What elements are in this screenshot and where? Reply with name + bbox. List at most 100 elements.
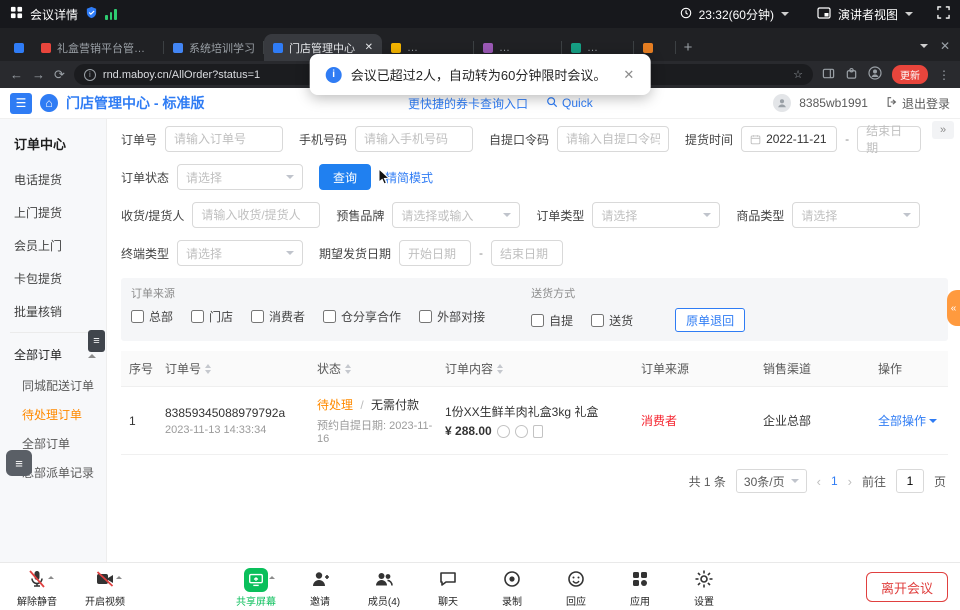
store-checkbox[interactable] (191, 310, 204, 323)
back-icon[interactable]: ← (10, 68, 23, 81)
bookmark-star-icon[interactable]: ☆ (793, 68, 803, 81)
sidebar-drag-handle[interactable]: ≡ (88, 330, 105, 352)
window-close-icon[interactable]: ✕ (940, 39, 950, 53)
menu-hamburger-button[interactable]: ☰ (10, 93, 32, 114)
reload-icon[interactable]: ⟳ (54, 68, 65, 81)
consumer-checkbox[interactable] (251, 310, 264, 323)
settings-label: 设置 (694, 593, 714, 608)
apps-button[interactable]: 应用 (613, 567, 667, 608)
invite-button[interactable]: 邀请 (293, 567, 347, 608)
search-row-1: 订单号 手机号码 自提口令码 提货时间 2022-11-21 - 结束日期 (121, 126, 948, 152)
reaction-button[interactable]: 回应 (549, 567, 603, 608)
sort-icon[interactable] (205, 364, 211, 374)
right-drawer-handle[interactable]: « (947, 290, 960, 326)
current-page-number[interactable]: 1 (831, 474, 838, 488)
extensions-icon[interactable] (845, 67, 858, 83)
view-mode-button[interactable]: 演讲者视图 (838, 6, 898, 23)
new-tab-button[interactable]: + (676, 35, 700, 59)
presale-brand-select[interactable]: 请选择或输入 (392, 202, 520, 228)
sidebar-item-door-pickup[interactable]: 上门提货 (0, 196, 106, 229)
settings-button[interactable]: 设置 (677, 567, 731, 608)
checkbox-consumer[interactable]: 消费者 (251, 308, 305, 325)
chevron-up-icon[interactable] (269, 573, 275, 579)
warehouse-share-checkbox[interactable] (323, 310, 336, 323)
meeting-detail-button[interactable]: 会议详情 (30, 6, 78, 23)
site-info-icon[interactable]: i (84, 69, 96, 81)
phone-input[interactable] (355, 126, 473, 152)
chat-button[interactable]: 聊天 (421, 567, 475, 608)
simple-mode-link[interactable]: 精简模式 (385, 169, 433, 186)
all-actions-dropdown[interactable]: 全部操作 (878, 412, 946, 429)
coupon-query-link[interactable]: 更快捷的券卡查询入口 (408, 95, 528, 112)
pickup-time-start-picker[interactable]: 2022-11-21 (741, 126, 837, 152)
checkbox-store[interactable]: 门店 (191, 308, 233, 325)
page-size-select[interactable]: 30条/页 (736, 469, 807, 493)
pickup-time-end-picker[interactable]: 结束日期 (857, 126, 921, 152)
sidebar-subitem-pending-orders[interactable]: 待处理订单 (0, 400, 106, 429)
sidebar-item-phone-pickup[interactable]: 电话提货 (0, 163, 106, 196)
checkbox-hq[interactable]: 总部 (131, 308, 173, 325)
panel-collapse-icon[interactable]: » (932, 121, 954, 139)
browser-tab[interactable]: 礼盒营销平台管理中心 (32, 34, 164, 61)
self-pickup-checkbox[interactable] (531, 314, 544, 327)
sidebar-item-card-pickup[interactable]: 卡包提货 (0, 262, 106, 295)
receiver-input[interactable] (192, 202, 320, 228)
goods-type-select[interactable]: 请选择 (792, 202, 920, 228)
sidebar-subitem-city-delivery[interactable]: 同城配送订单 (0, 371, 106, 400)
share-screen-button[interactable]: 共享屏幕 (229, 567, 283, 608)
expect-ship-start-picker[interactable]: 开始日期 (399, 240, 471, 266)
cell-order-no: 83859345088979792a 2023-11-13 14:33:34 (157, 406, 309, 436)
timer-caret-icon[interactable] (781, 12, 789, 20)
sort-icon[interactable] (345, 364, 351, 374)
checkbox-delivery[interactable]: 送货 (591, 312, 633, 329)
order-type-select[interactable]: 请选择 (592, 202, 720, 228)
query-button[interactable]: 查询 (319, 164, 371, 190)
pickup-code-input[interactable] (557, 126, 669, 152)
forward-icon[interactable]: → (32, 68, 45, 81)
checkbox-self-pickup[interactable]: 自提 (531, 312, 573, 329)
browser-tab[interactable]: 系统培训学习 (164, 34, 264, 61)
cell-index: 1 (121, 414, 157, 428)
date-separator: - (479, 246, 483, 260)
checkbox-warehouse-share[interactable]: 仓分享合作 (323, 308, 401, 325)
toast-close-icon[interactable]: ✕ (623, 67, 634, 83)
col-status[interactable]: 状态 (309, 360, 437, 377)
chevron-up-icon[interactable] (116, 573, 122, 579)
delivery-checkbox[interactable] (591, 314, 604, 327)
browser-update-button[interactable]: 更新 (892, 65, 928, 84)
sidebar-item-batch-verify[interactable]: 批量核销 (0, 295, 106, 328)
start-video-button[interactable]: 开启视频 (78, 567, 132, 608)
col-order-no[interactable]: 订单号 (157, 360, 309, 377)
original-return-button[interactable]: 原单退回 (675, 308, 745, 332)
sidebar-list-tool-button[interactable]: ≡ (6, 450, 32, 476)
terminal-type-select[interactable]: 请选择 (177, 240, 303, 266)
col-content[interactable]: 订单内容 (437, 360, 633, 377)
tab-close-icon[interactable]: ✕ (365, 42, 373, 53)
profile-avatar-icon[interactable] (868, 66, 882, 83)
pinned-tab[interactable] (6, 34, 32, 61)
sort-icon[interactable] (497, 364, 503, 374)
tab-overflow-icon[interactable] (920, 44, 928, 52)
sidebar-item-member-visit[interactable]: 会员上门 (0, 229, 106, 262)
quick-search-button[interactable]: Quick (546, 96, 593, 111)
order-status-select[interactable]: 请选择 (177, 164, 303, 190)
next-page-icon[interactable]: › (848, 474, 852, 489)
fullscreen-icon[interactable] (937, 6, 950, 22)
order-no-input[interactable] (165, 126, 283, 152)
leave-meeting-button[interactable]: 离开会议 (866, 572, 948, 602)
total-count-text: 共 1 条 (689, 473, 726, 490)
side-panel-icon[interactable] (822, 67, 835, 83)
unmute-button[interactable]: 解除静音 (10, 567, 64, 608)
expect-ship-end-picker[interactable]: 结束日期 (491, 240, 563, 266)
hq-checkbox[interactable] (131, 310, 144, 323)
browser-menu-icon[interactable]: ⋮ (938, 68, 950, 82)
goto-page-input[interactable] (896, 469, 924, 493)
external-checkbox[interactable] (419, 310, 432, 323)
record-button[interactable]: 录制 (485, 567, 539, 608)
prev-page-icon[interactable]: ‹ (817, 474, 821, 489)
logout-button[interactable]: 退出登录 (886, 95, 950, 112)
members-button[interactable]: 成员(4) (357, 567, 411, 608)
checkbox-external[interactable]: 外部对接 (419, 308, 485, 325)
view-caret-icon[interactable] (905, 12, 913, 20)
chevron-up-icon[interactable] (48, 573, 54, 579)
